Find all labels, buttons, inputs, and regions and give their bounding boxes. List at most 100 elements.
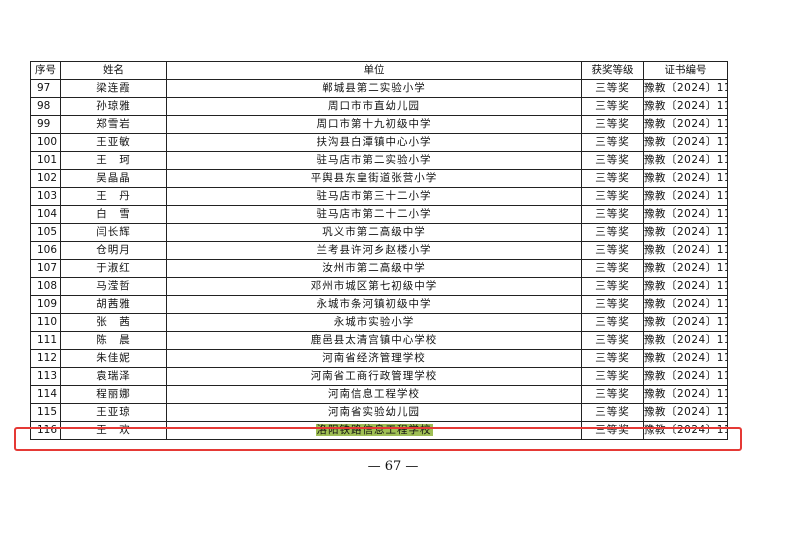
cell-cert: 豫教〔2024〕11828 [643, 187, 728, 206]
cell-unit: 周口市市直幼儿园 [166, 97, 582, 116]
header-cert: 证书编号 [643, 61, 728, 80]
cell-seq: 108 [30, 277, 61, 296]
table-row: 100王亚敏扶沟县白潭镇中心小学三等奖豫教〔2024〕11825 [30, 133, 728, 152]
cell-level: 三等奖 [581, 115, 644, 134]
cell-unit: 郸城县第二实验小学 [166, 79, 582, 98]
cell-name: 胡茜雅 [60, 295, 167, 314]
table-body: 97梁连霞郸城县第二实验小学三等奖豫教〔2024〕1182298孙琼雅周口市市直… [30, 79, 728, 440]
cell-name: 朱佳妮 [60, 349, 167, 368]
cell-unit: 永城市实验小学 [166, 313, 582, 332]
cell-cert: 豫教〔2024〕11829 [643, 205, 728, 224]
cell-cert: 豫教〔2024〕11839 [643, 385, 728, 404]
table-row: 97梁连霞郸城县第二实验小学三等奖豫教〔2024〕11822 [30, 79, 728, 98]
cell-level: 三等奖 [581, 277, 644, 296]
cell-unit: 鹿邑县太清宫镇中心学校 [166, 331, 582, 350]
cell-name: 王 珂 [60, 151, 167, 170]
cell-cert: 豫教〔2024〕11836 [643, 331, 728, 350]
table-header-row: 序号 姓名 单位 获奖等级 证书编号 [30, 61, 728, 80]
table-row: 102吴晶晶平舆县东皇街道张营小学三等奖豫教〔2024〕11827 [30, 169, 728, 188]
cell-cert: 豫教〔2024〕11835 [643, 313, 728, 332]
cell-unit: 平舆县东皇街道张营小学 [166, 169, 582, 188]
header-name: 姓名 [60, 61, 167, 80]
cell-name: 闫长辉 [60, 223, 167, 242]
cell-seq: 100 [30, 133, 61, 152]
cell-name: 白 雪 [60, 205, 167, 224]
cell-unit: 河南信息工程学校 [166, 385, 582, 404]
cell-cert: 豫教〔2024〕11834 [643, 295, 728, 314]
table-row: 106仓明月兰考县许河乡赵楼小学三等奖豫教〔2024〕11831 [30, 241, 728, 260]
cell-cert: 豫教〔2024〕11825 [643, 133, 728, 152]
table-row: 101王 珂驻马店市第二实验小学三等奖豫教〔2024〕11826 [30, 151, 728, 170]
header-level: 获奖等级 [581, 61, 644, 80]
cell-unit: 汝州市第二高级中学 [166, 259, 582, 278]
cell-seq: 106 [30, 241, 61, 260]
cell-level: 三等奖 [581, 349, 644, 368]
table-row: 114程丽娜河南信息工程学校三等奖豫教〔2024〕11839 [30, 385, 728, 404]
table-row: 113袁瑞泽河南省工商行政管理学校三等奖豫教〔2024〕11838 [30, 367, 728, 386]
cell-unit: 河南省实验幼儿园 [166, 403, 582, 422]
cell-level: 三等奖 [581, 403, 644, 422]
cell-cert: 豫教〔2024〕11823 [643, 97, 728, 116]
cell-name: 郑雪岩 [60, 115, 167, 134]
cell-seq: 109 [30, 295, 61, 314]
cell-cert: 豫教〔2024〕11824 [643, 115, 728, 134]
cell-seq: 103 [30, 187, 61, 206]
cell-level: 三等奖 [581, 241, 644, 260]
cell-name: 吴晶晶 [60, 169, 167, 188]
cell-unit: 巩义市第二高级中学 [166, 223, 582, 242]
table-row: 104白 雪驻马店市第二十二小学三等奖豫教〔2024〕11829 [30, 205, 728, 224]
cell-name: 张 茜 [60, 313, 167, 332]
cell-level: 三等奖 [581, 151, 644, 170]
cell-seq: 111 [30, 331, 61, 350]
cell-cert: 豫教〔2024〕11840 [643, 403, 728, 422]
cell-unit: 永城市条河镇初级中学 [166, 295, 582, 314]
header-seq: 序号 [30, 61, 61, 80]
cell-cert: 豫教〔2024〕11827 [643, 169, 728, 188]
cell-name: 王 丹 [60, 187, 167, 206]
cell-cert: 豫教〔2024〕11822 [643, 79, 728, 98]
cell-cert: 豫教〔2024〕11831 [643, 241, 728, 260]
cell-unit: 河南省经济管理学校 [166, 349, 582, 368]
cell-level: 三等奖 [581, 97, 644, 116]
table-row: 115王亚琼河南省实验幼儿园三等奖豫教〔2024〕11840 [30, 403, 728, 422]
cell-seq: 115 [30, 403, 61, 422]
cell-unit: 驻马店市第二实验小学 [166, 151, 582, 170]
cell-level: 三等奖 [581, 187, 644, 206]
cell-cert: 豫教〔2024〕11830 [643, 223, 728, 242]
cell-name: 程丽娜 [60, 385, 167, 404]
cell-cert: 豫教〔2024〕11838 [643, 367, 728, 386]
table-row: 110张 茜永城市实验小学三等奖豫教〔2024〕11835 [30, 313, 728, 332]
table-row: 105闫长辉巩义市第二高级中学三等奖豫教〔2024〕11830 [30, 223, 728, 242]
table-row: 99郑雪岩周口市第十九初级中学三等奖豫教〔2024〕11824 [30, 115, 728, 134]
cell-level: 三等奖 [581, 331, 644, 350]
cell-cert: 豫教〔2024〕11833 [643, 277, 728, 296]
table-row: 111陈 晨鹿邑县太清宫镇中心学校三等奖豫教〔2024〕11836 [30, 331, 728, 350]
cell-seq: 113 [30, 367, 61, 386]
cell-unit: 驻马店市第三十二小学 [166, 187, 582, 206]
cell-level: 三等奖 [581, 367, 644, 386]
cell-seq: 105 [30, 223, 61, 242]
cell-seq: 98 [30, 97, 61, 116]
cell-level: 三等奖 [581, 223, 644, 242]
cell-name: 于淑红 [60, 259, 167, 278]
cell-level: 三等奖 [581, 133, 644, 152]
table-row: 109胡茜雅永城市条河镇初级中学三等奖豫教〔2024〕11834 [30, 295, 728, 314]
cell-seq: 104 [30, 205, 61, 224]
cell-cert: 豫教〔2024〕11832 [643, 259, 728, 278]
cell-unit: 兰考县许河乡赵楼小学 [166, 241, 582, 260]
cell-seq: 102 [30, 169, 61, 188]
cell-name: 孙琼雅 [60, 97, 167, 116]
cell-name: 袁瑞泽 [60, 367, 167, 386]
cell-level: 三等奖 [581, 295, 644, 314]
cell-level: 三等奖 [581, 169, 644, 188]
cell-level: 三等奖 [581, 385, 644, 404]
cell-seq: 101 [30, 151, 61, 170]
cell-name: 王亚琼 [60, 403, 167, 422]
cell-seq: 107 [30, 259, 61, 278]
cell-unit: 邓州市城区第七初级中学 [166, 277, 582, 296]
header-unit: 单位 [166, 61, 582, 80]
cell-level: 三等奖 [581, 205, 644, 224]
cell-level: 三等奖 [581, 259, 644, 278]
cell-unit: 扶沟县白潭镇中心小学 [166, 133, 582, 152]
cell-name: 马滢哲 [60, 277, 167, 296]
